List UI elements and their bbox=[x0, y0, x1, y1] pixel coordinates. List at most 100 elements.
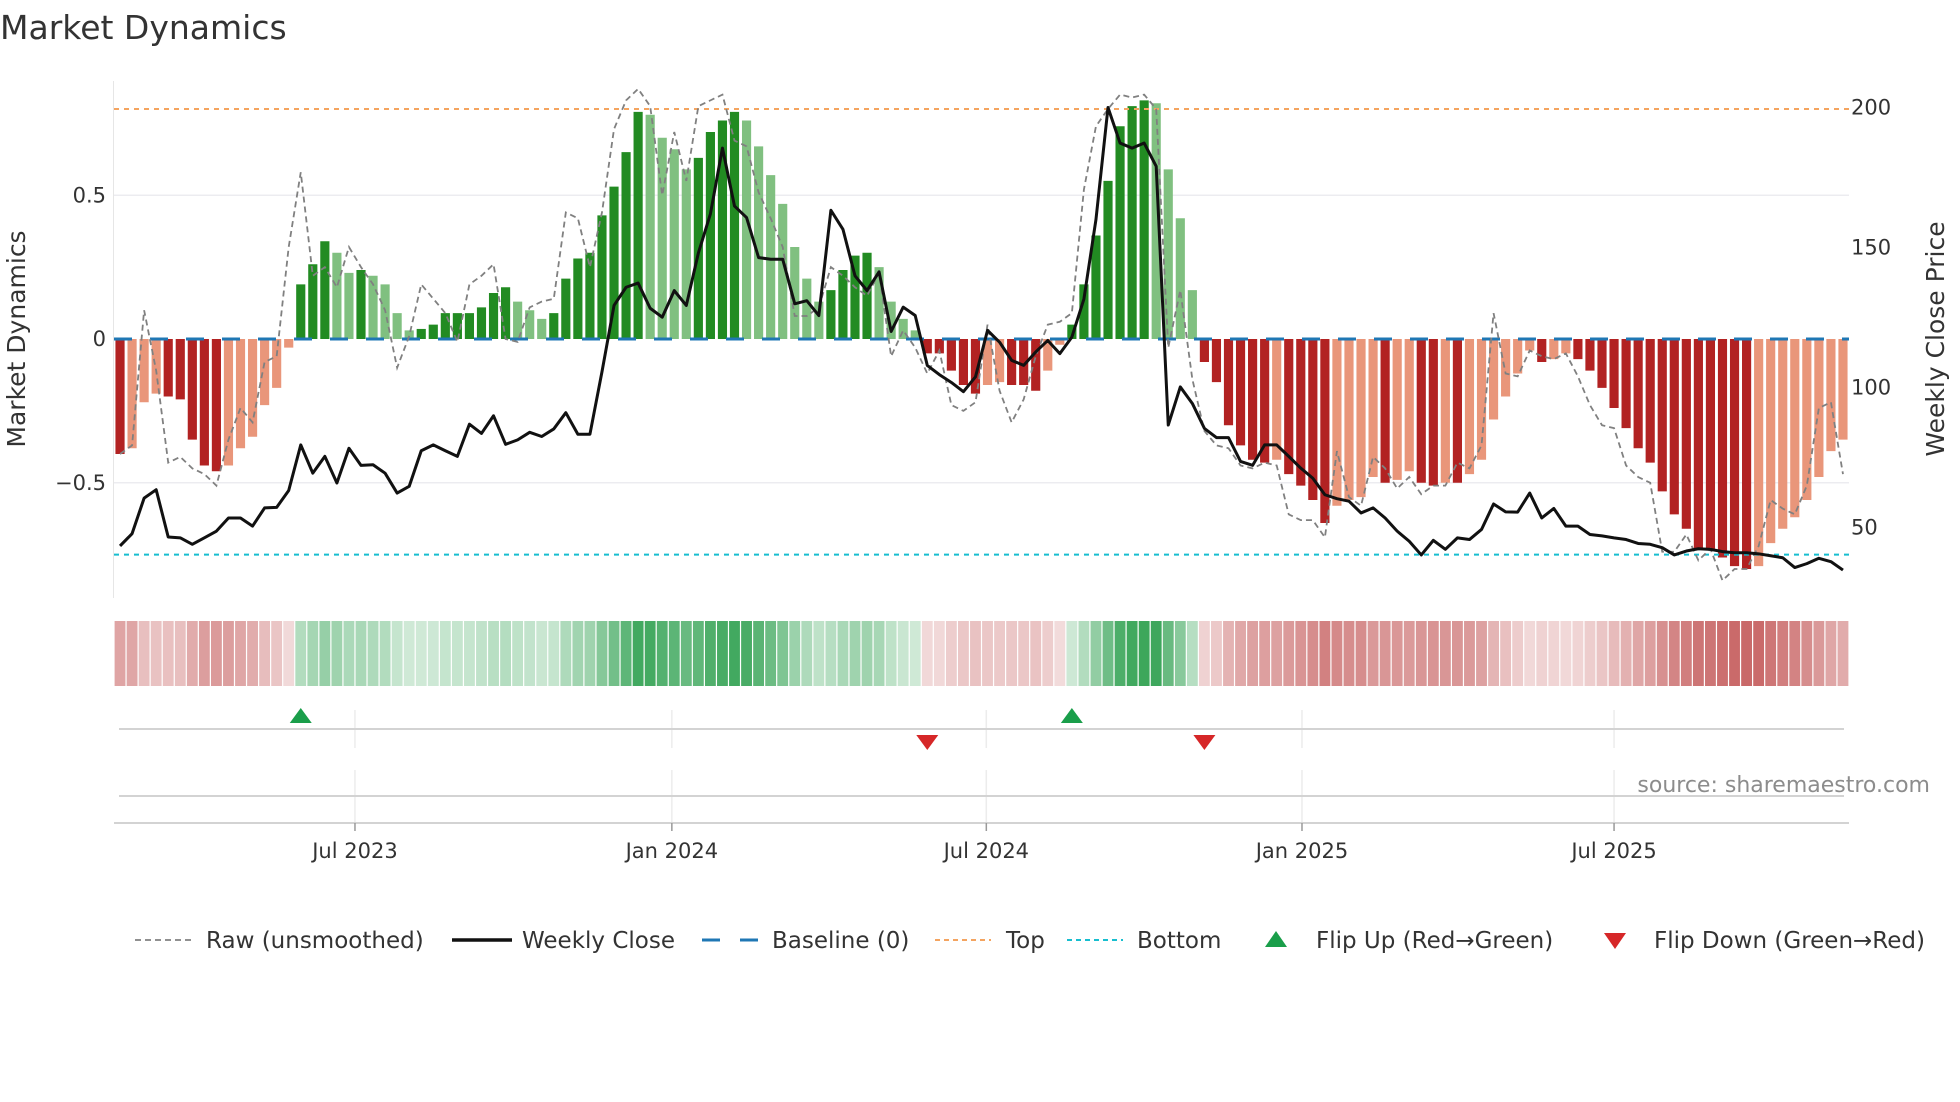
momentum-bar bbox=[862, 252, 872, 339]
momentum-bar bbox=[1633, 339, 1643, 449]
momentum-bar bbox=[1404, 339, 1414, 472]
heat-cell bbox=[837, 621, 849, 686]
momentum-bar bbox=[1549, 339, 1559, 360]
heat-cell bbox=[1271, 621, 1283, 686]
heat-cell bbox=[548, 621, 560, 686]
legend-label: Weekly Close bbox=[522, 928, 675, 954]
heat-cell bbox=[644, 621, 656, 686]
momentum-bar bbox=[621, 152, 631, 339]
heat-cell bbox=[861, 621, 873, 686]
legend-flip-up-icon bbox=[1265, 931, 1287, 947]
momentum-bar bbox=[802, 278, 812, 339]
source-label: source: sharemaestro.com bbox=[1637, 773, 1930, 798]
heat-cell bbox=[1006, 621, 1018, 686]
heat-cell bbox=[1030, 621, 1042, 686]
x-tick-label: Jul 2023 bbox=[310, 839, 397, 863]
momentum-bar bbox=[1235, 339, 1246, 446]
momentum-bar bbox=[151, 339, 161, 394]
heat-cell bbox=[897, 621, 909, 686]
momentum-bar bbox=[115, 339, 125, 454]
heat-cell bbox=[620, 621, 632, 686]
heat-cell bbox=[1451, 621, 1463, 686]
heat-cell bbox=[271, 621, 283, 686]
heat-cell bbox=[741, 621, 752, 686]
heat-cell bbox=[283, 621, 295, 686]
momentum-bar bbox=[416, 328, 426, 339]
heat-cell bbox=[259, 621, 271, 686]
heat-cell bbox=[1114, 621, 1126, 686]
momentum-bar bbox=[1440, 339, 1450, 483]
heat-cell bbox=[1090, 621, 1102, 686]
momentum-bar bbox=[1428, 339, 1438, 486]
momentum-bar bbox=[320, 241, 330, 339]
heat-cell bbox=[885, 621, 897, 686]
momentum-bar bbox=[1115, 126, 1125, 339]
heat-cell bbox=[174, 621, 186, 686]
heat-cell bbox=[150, 621, 162, 686]
momentum-bar bbox=[1091, 235, 1101, 339]
heat-cell bbox=[1644, 621, 1656, 686]
heat-cell bbox=[1054, 621, 1066, 686]
heat-cell bbox=[1211, 621, 1222, 686]
momentum-bar bbox=[344, 272, 354, 339]
heat-cell bbox=[162, 621, 174, 686]
momentum-bar bbox=[669, 149, 679, 339]
legend-item-flip-up: Flip Up (Red→Green) bbox=[1265, 928, 1553, 954]
heat-cell bbox=[1150, 621, 1162, 686]
momentum-bar bbox=[1826, 339, 1836, 452]
heat-cell bbox=[1753, 621, 1765, 686]
momentum-bar bbox=[308, 264, 318, 339]
heat-cell bbox=[210, 621, 222, 686]
momentum-bar bbox=[1729, 339, 1740, 567]
y2-tick-label: 50 bbox=[1851, 516, 1878, 540]
heat-cell bbox=[668, 621, 680, 686]
momentum-bar bbox=[573, 258, 583, 339]
heat-cell bbox=[849, 621, 861, 686]
heat-cell bbox=[656, 621, 668, 686]
legend-item-price: Weekly Close bbox=[452, 928, 675, 954]
heat-cell bbox=[608, 621, 620, 686]
heat-cell bbox=[1198, 621, 1210, 686]
heat-cell bbox=[1500, 621, 1512, 686]
momentum-bar bbox=[1669, 339, 1679, 515]
heat-cell bbox=[994, 621, 1005, 686]
momentum-bar bbox=[1573, 339, 1583, 360]
momentum-bar bbox=[1272, 339, 1282, 460]
momentum-bar bbox=[1248, 339, 1258, 460]
momentum-bar bbox=[332, 252, 342, 339]
momentum-bar bbox=[681, 169, 691, 339]
momentum-bar bbox=[1597, 339, 1607, 388]
momentum-bar bbox=[428, 324, 438, 339]
heat-cell bbox=[343, 621, 355, 686]
momentum-bar bbox=[1609, 339, 1619, 408]
momentum-bar bbox=[1790, 339, 1800, 518]
momentum-bar bbox=[223, 339, 234, 466]
momentum-bar bbox=[1103, 180, 1113, 339]
heat-cell bbox=[1174, 621, 1186, 686]
heat-cell bbox=[632, 621, 644, 686]
heat-cell bbox=[1584, 621, 1596, 686]
heat-cell bbox=[1138, 621, 1150, 686]
heat-cell bbox=[1247, 621, 1259, 686]
raw-series-line bbox=[119, 87, 1844, 583]
heat-cell bbox=[1331, 621, 1343, 686]
momentum-bar bbox=[1501, 339, 1511, 397]
momentum-bar bbox=[175, 339, 185, 400]
momentum-bar bbox=[705, 132, 715, 339]
heat-cell bbox=[512, 621, 524, 686]
heat-cell bbox=[1692, 621, 1704, 686]
heat-cell bbox=[765, 621, 777, 686]
momentum-bar bbox=[1416, 339, 1426, 483]
chart-title: Market Dynamics bbox=[0, 8, 287, 47]
momentum-bar bbox=[1705, 339, 1716, 549]
momentum-bar bbox=[1561, 339, 1571, 354]
heat-cell bbox=[692, 621, 704, 686]
legend-label: Bottom bbox=[1137, 928, 1221, 954]
heat-cell bbox=[355, 621, 367, 686]
heat-cell bbox=[1765, 621, 1777, 686]
momentum-bar bbox=[501, 287, 511, 339]
heat-cell bbox=[1319, 621, 1331, 686]
momentum-bar bbox=[838, 270, 848, 339]
heat-cell bbox=[186, 621, 198, 686]
momentum-bar bbox=[1814, 339, 1824, 477]
